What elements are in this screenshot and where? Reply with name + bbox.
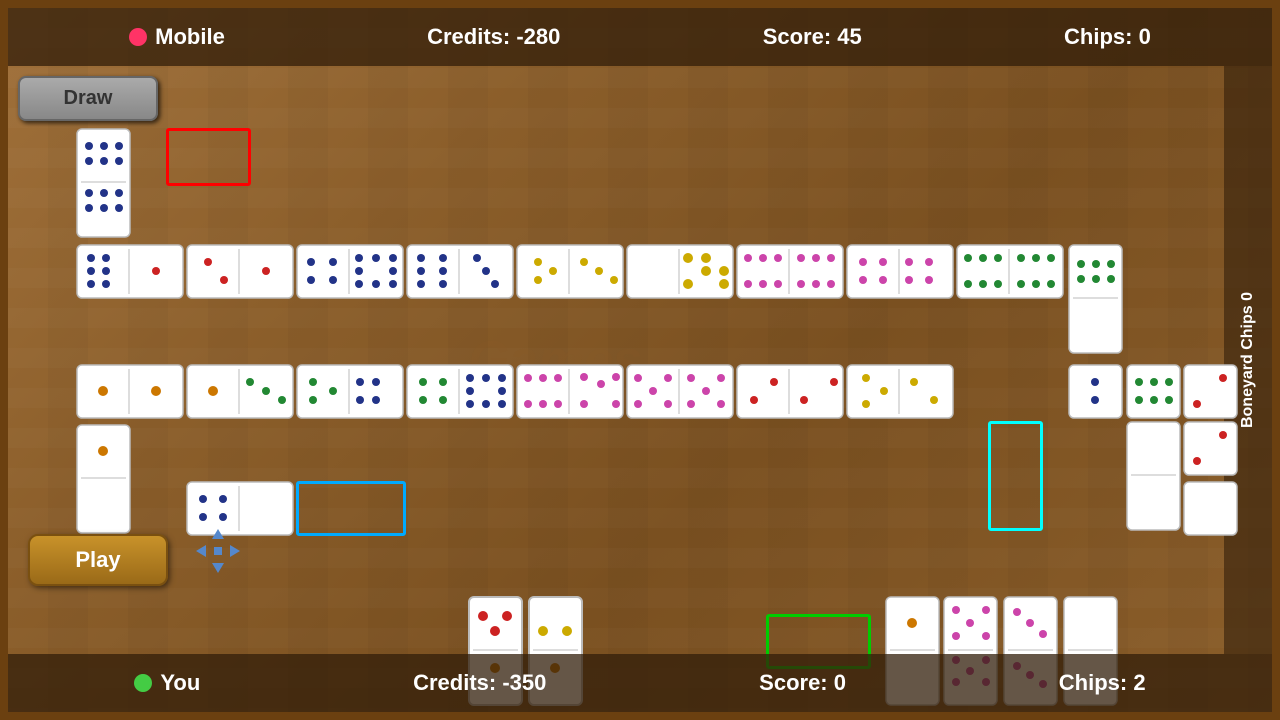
domino-far-right-red2[interactable] <box>1183 421 1238 476</box>
top-chips: Chips: 0 <box>1064 24 1151 50</box>
domino-44p[interactable] <box>846 244 954 299</box>
top-bar: Mobile Credits: -280 Score: 45 Chips: 0 <box>8 8 1272 66</box>
you-indicator: You <box>134 670 200 696</box>
red-highlight-1 <box>166 128 251 186</box>
domino-v-right2[interactable] <box>1068 364 1123 419</box>
domino-63[interactable] <box>406 244 514 299</box>
mobile-dot <box>129 28 147 46</box>
cyan-highlight <box>988 421 1043 531</box>
domino-36b[interactable] <box>406 364 514 419</box>
domino-66-v <box>76 128 131 238</box>
domino-33y2[interactable] <box>626 244 734 299</box>
bottom-credits: Credits: -350 <box>413 670 546 696</box>
domino-far-right-blank[interactable] <box>1126 421 1181 531</box>
mobile-indicator: Mobile <box>129 24 225 50</box>
game-container: Mobile Credits: -280 Score: 45 Chips: 0 … <box>0 0 1280 720</box>
domino-65p[interactable] <box>516 364 624 419</box>
domino-33y[interactable] <box>516 244 624 299</box>
mobile-label: Mobile <box>155 24 225 50</box>
domino-61[interactable] <box>76 244 184 299</box>
domino-55p[interactable] <box>626 364 734 419</box>
domino-22r[interactable] <box>736 364 844 419</box>
domino-far-right-red[interactable] <box>1183 364 1238 419</box>
bottom-chips: Chips: 2 <box>1059 670 1146 696</box>
blue-highlight <box>296 481 406 536</box>
domino-34g[interactable] <box>296 364 404 419</box>
domino-11o[interactable] <box>76 364 184 419</box>
top-score: Score: 45 <box>763 24 862 50</box>
domino-66g[interactable] <box>956 244 1064 299</box>
bottom-score: Score: 0 <box>759 670 846 696</box>
domino-21[interactable] <box>186 244 294 299</box>
domino-v-far-right[interactable] <box>1126 364 1181 419</box>
boneyard-text: Boneyard Chips 0 <box>1237 292 1259 428</box>
domino-32y[interactable] <box>846 364 954 419</box>
boneyard-label: Boneyard Chips 0 <box>1224 66 1272 654</box>
bottom-bar: You Credits: -350 Score: 0 Chips: 2 <box>8 654 1272 712</box>
move-icon[interactable] <box>193 526 243 576</box>
you-label: You <box>160 670 200 696</box>
play-button[interactable]: Play <box>28 534 168 586</box>
domino-far-right-blank2[interactable] <box>1183 481 1238 536</box>
draw-button[interactable]: Draw <box>18 76 158 121</box>
domino-66m[interactable] <box>736 244 844 299</box>
play-label: Play <box>75 547 120 573</box>
board: Games Draw <box>8 66 1224 654</box>
domino-v-left2[interactable] <box>76 424 131 534</box>
draw-label: Draw <box>64 87 113 110</box>
top-credits: Credits: -280 <box>427 24 560 50</box>
domino-46[interactable] <box>296 244 404 299</box>
you-dot <box>134 674 152 692</box>
domino-13o[interactable] <box>186 364 294 419</box>
domino-v-right1[interactable] <box>1068 244 1123 354</box>
